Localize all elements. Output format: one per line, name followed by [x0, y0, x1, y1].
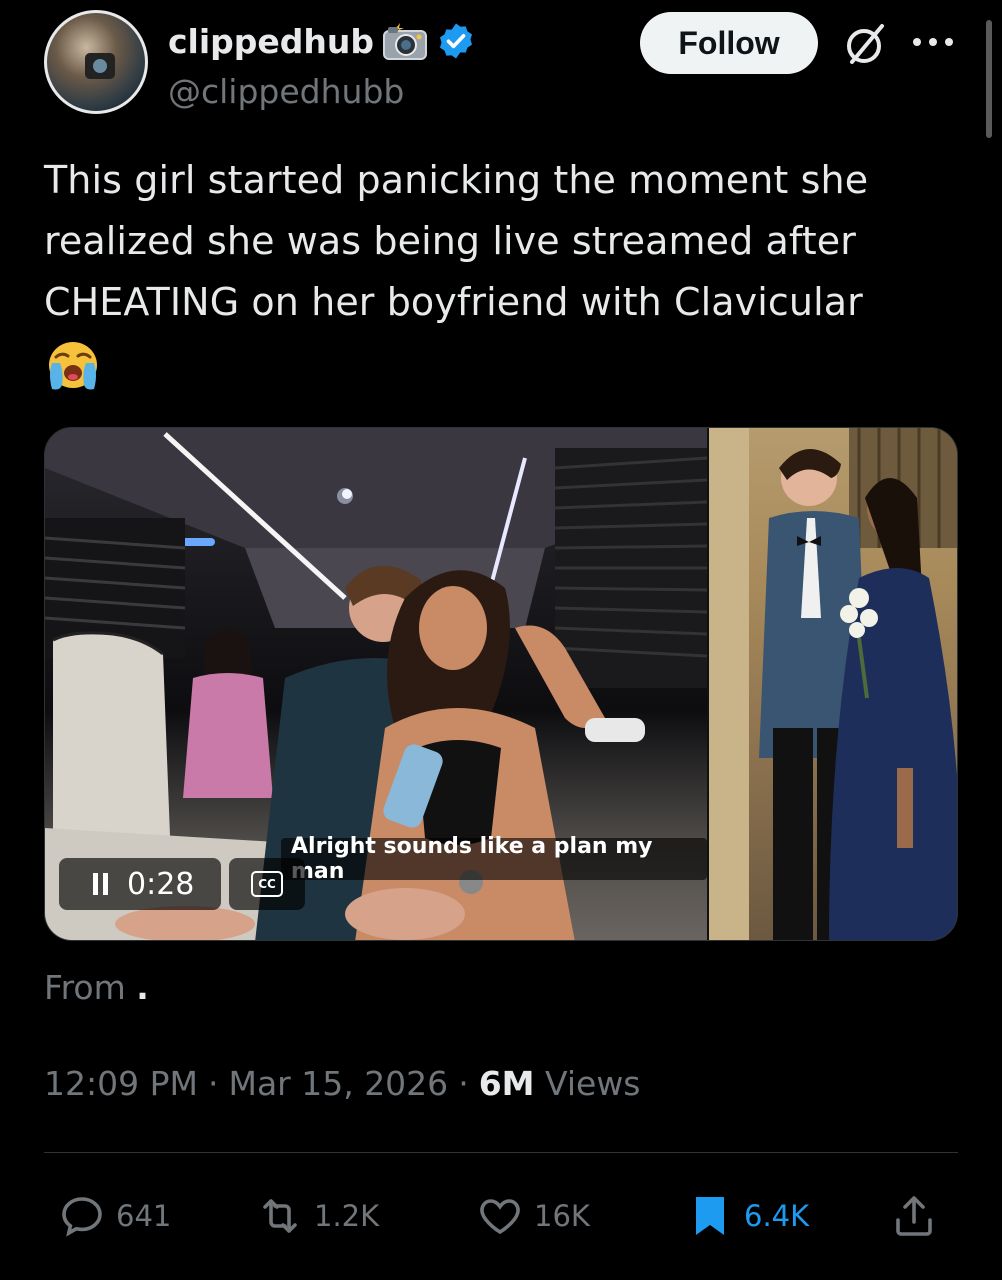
- reply-icon: [62, 1197, 102, 1237]
- captions-button[interactable]: CC: [229, 858, 305, 910]
- grok-icon[interactable]: [844, 22, 888, 66]
- repost-icon: [263, 1199, 297, 1233]
- video-player[interactable]: Alright sounds like a plan my man 0:28 C…: [45, 428, 707, 940]
- avatar[interactable]: [44, 10, 148, 114]
- tweet-time[interactable]: 12:09 PM: [44, 1064, 198, 1103]
- views-count: 6M: [478, 1064, 535, 1103]
- pause-time-control[interactable]: 0:28: [59, 858, 221, 910]
- tweet-body: This girl started panicking the moment s…: [44, 158, 869, 324]
- verified-badge-icon: [440, 23, 473, 59]
- bookmark-count: 6.4K: [744, 1199, 810, 1233]
- reply-count: 641: [116, 1199, 172, 1233]
- source-attribution: From .: [44, 968, 149, 1007]
- follow-button[interactable]: Follow: [640, 12, 818, 74]
- name-row: clippedhub: [168, 14, 476, 68]
- tweet-header: clippedhub @clippedhubb Follow: [44, 10, 964, 120]
- tweet-text: This girl started panicking the moment s…: [44, 150, 944, 394]
- like-button[interactable]: 16K: [476, 1186, 590, 1246]
- bookmark-button[interactable]: 6.4K: [686, 1186, 809, 1246]
- source-link[interactable]: .: [136, 968, 149, 1007]
- avatar-lens-shape: [93, 59, 107, 73]
- meta-separator: ·: [458, 1064, 469, 1103]
- views-label: Views: [545, 1064, 641, 1103]
- bookmark-icon: [696, 1197, 724, 1235]
- more-options-icon[interactable]: [910, 32, 956, 52]
- heart-icon: [480, 1199, 520, 1235]
- video-caption: Alright sounds like a plan my man: [281, 834, 707, 884]
- action-bar: 641 1.2K 16K 6.4K: [44, 1186, 958, 1246]
- video-time: 0:28: [127, 866, 195, 902]
- photo-frame: [709, 428, 957, 940]
- pause-icon[interactable]: [91, 871, 111, 897]
- prom-photo[interactable]: [709, 428, 957, 940]
- views[interactable]: 6M Views: [479, 1064, 641, 1103]
- reply-button[interactable]: 641: [58, 1186, 171, 1246]
- tweet-meta: 12:09 PM · Mar 15, 2026 · 6M Views: [44, 1064, 641, 1103]
- repost-count: 1.2K: [314, 1199, 380, 1233]
- share-button[interactable]: [890, 1186, 938, 1246]
- camera-emoji-icon: [383, 23, 428, 60]
- meta-separator: ·: [207, 1064, 219, 1103]
- scrollbar[interactable]: [986, 20, 992, 138]
- source-label: From: [44, 968, 126, 1007]
- like-count: 16K: [534, 1199, 590, 1233]
- share-icon: [896, 1196, 932, 1236]
- loudly-crying-face-icon: [49, 341, 97, 389]
- cc-icon: CC: [251, 871, 283, 897]
- media-container: Alright sounds like a plan my man 0:28 C…: [44, 427, 958, 941]
- repost-button[interactable]: 1.2K: [256, 1186, 379, 1246]
- user-handle[interactable]: @clippedhubb: [168, 72, 404, 111]
- divider: [44, 1152, 958, 1153]
- tweet-date[interactable]: Mar 15, 2026: [228, 1064, 448, 1103]
- display-name[interactable]: clippedhub: [168, 22, 374, 61]
